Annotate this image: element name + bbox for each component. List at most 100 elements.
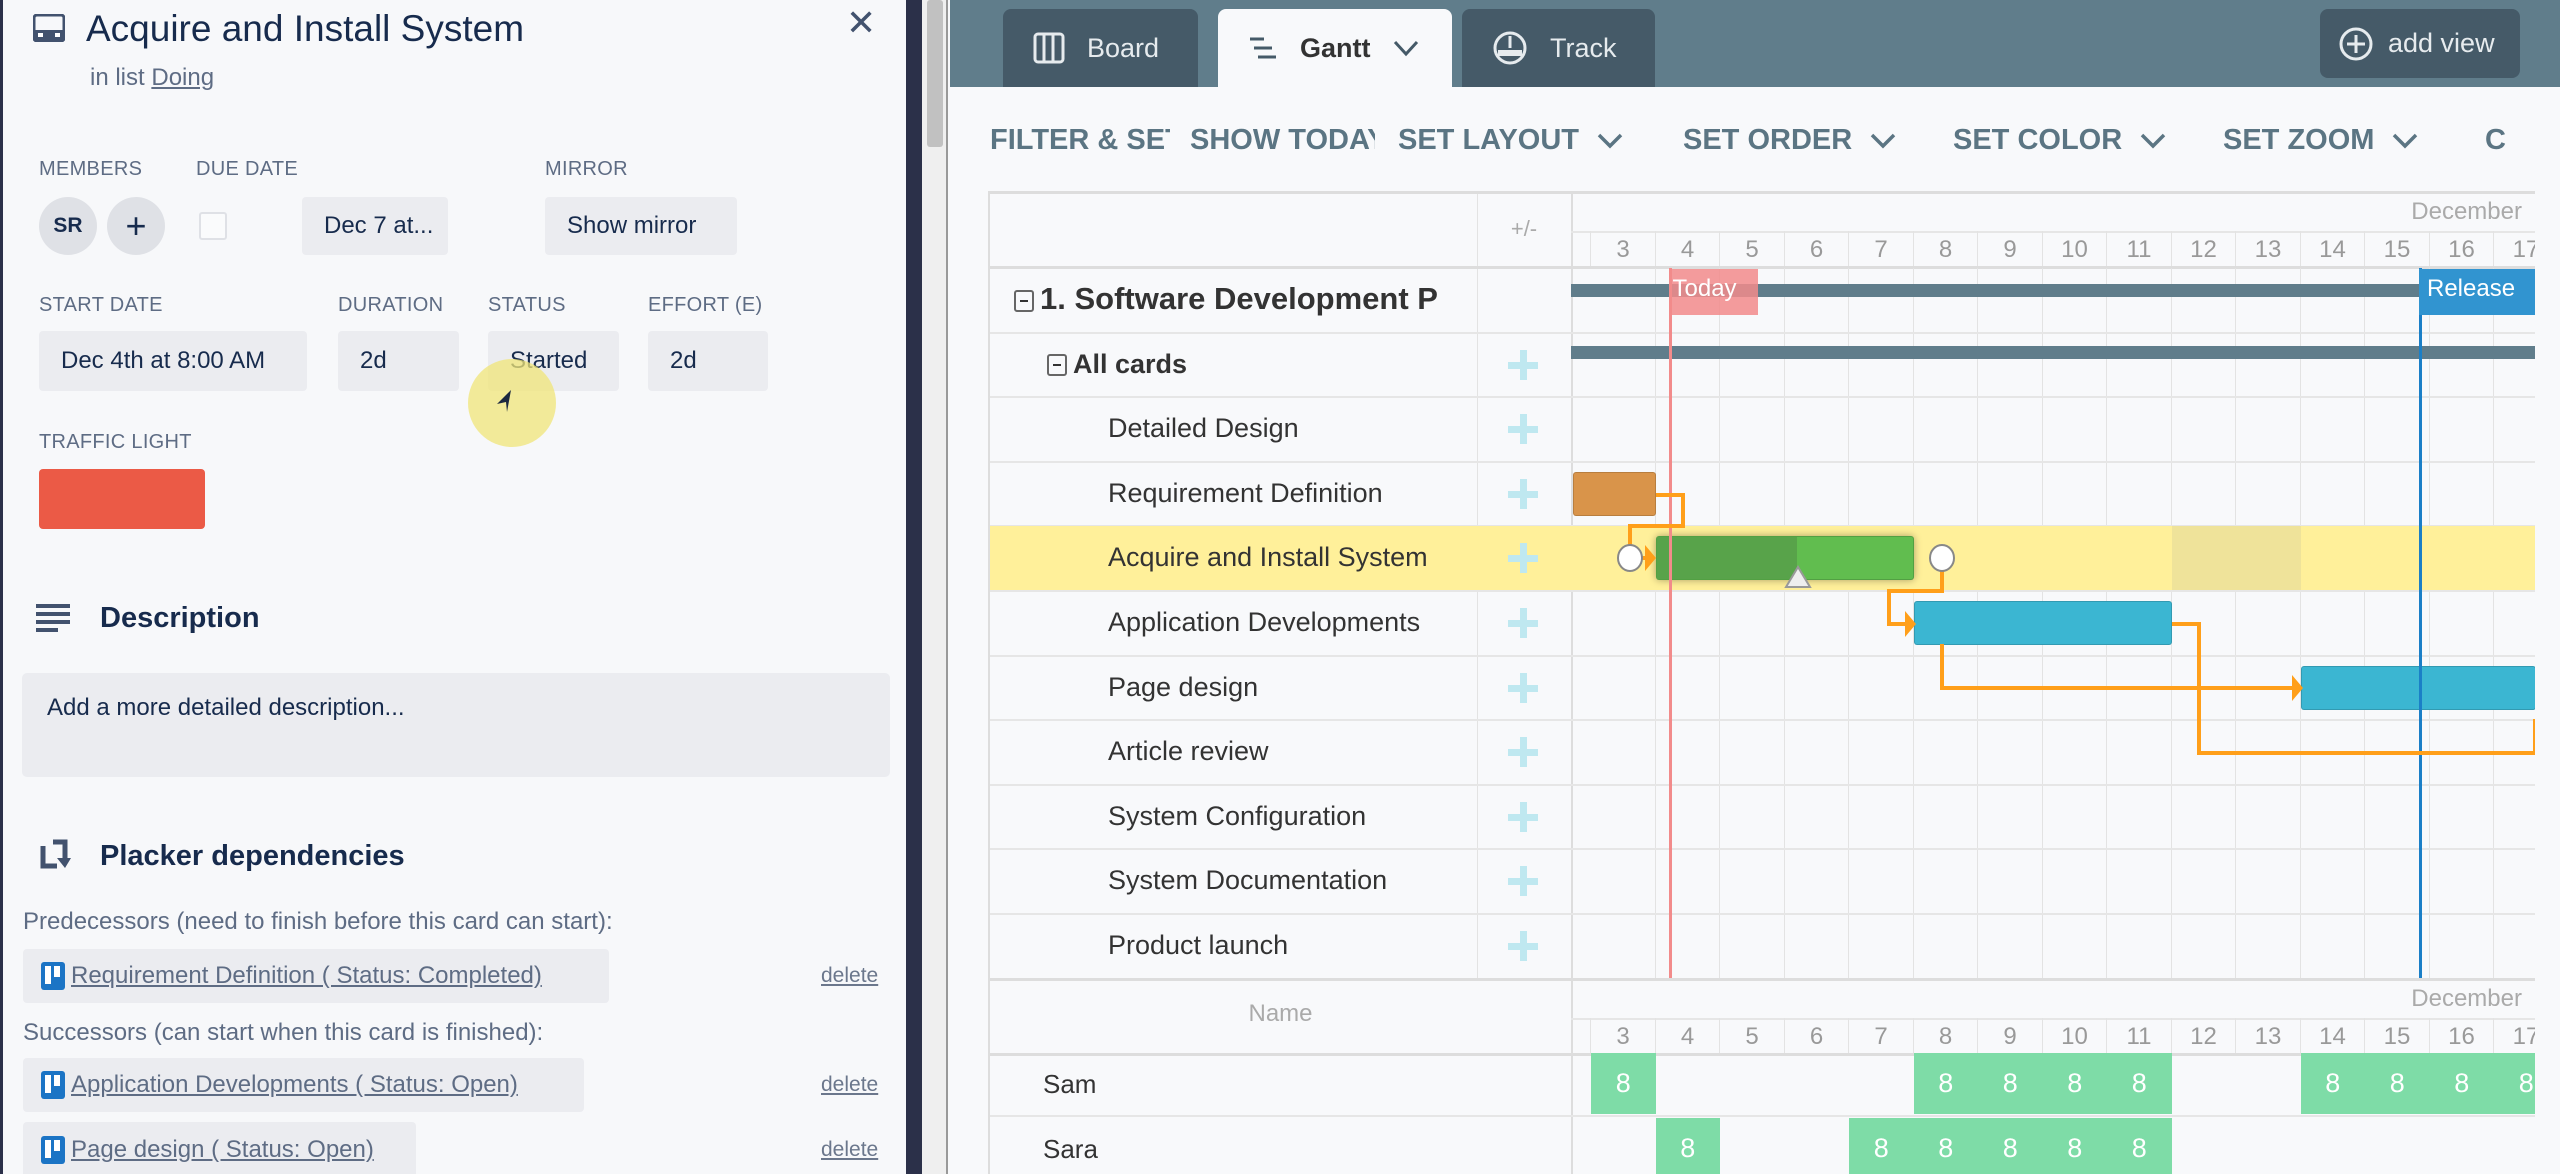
plus-minus-header: +/- (1510, 216, 1538, 241)
task-row-label[interactable]: Acquire and Install System (1108, 542, 1473, 573)
toolbar-item[interactable]: SHOW TODAY (1190, 124, 1375, 157)
toolbar-item[interactable]: SET COLOR (1953, 124, 2203, 157)
task-row-label[interactable]: Product launch (1108, 930, 1473, 961)
chevron-down-icon[interactable] (1870, 132, 1896, 150)
close-icon[interactable]: ✕ (846, 2, 876, 44)
add-task-icon[interactable] (1508, 801, 1538, 832)
resource-allocation-cell[interactable]: 8 (1913, 1118, 1978, 1174)
resource-allocation-cell[interactable]: 8 (1978, 1118, 2043, 1174)
task-name: Requirement Definition (1108, 477, 1383, 508)
resource-allocation-cell[interactable]: 8 (2042, 1118, 2107, 1174)
chevron-down-icon[interactable] (1597, 132, 1623, 150)
task-row-label[interactable]: 1. Software Development P (1014, 281, 1473, 317)
resource-allocation-cell[interactable]: 8 (1913, 1053, 1978, 1114)
resource-allocation-cell[interactable]: 8 (2107, 1053, 2172, 1114)
predecessors-label: Predecessors (need to finish before this… (23, 908, 613, 935)
start-date-button[interactable]: Dec 4th at 8:00 AM (39, 331, 307, 391)
add-task-icon[interactable] (1508, 478, 1538, 509)
toolbar-item[interactable]: C (2485, 124, 2545, 157)
toolbar-item-label: SET ORDER (1683, 124, 1853, 156)
duration-button[interactable]: 2d (338, 331, 459, 391)
add-task-icon[interactable] (1508, 608, 1538, 638)
resource-name: Sara (1043, 1134, 1098, 1164)
add-task-icon[interactable] (1508, 414, 1538, 445)
day-number: 9 (2003, 236, 2017, 263)
add-task-icon[interactable] (1508, 349, 1538, 380)
predecessor-item[interactable]: Requirement Definition ( Status: Complet… (23, 949, 609, 1003)
resource-allocation-cell[interactable]: 8 (2365, 1053, 2430, 1114)
add-task-icon[interactable] (1508, 931, 1538, 961)
task-row-label[interactable]: System Documentation (1108, 865, 1473, 896)
add-task-icon[interactable] (1508, 737, 1538, 768)
resource-allocation-cell[interactable]: 8 (2494, 1053, 2535, 1114)
view-tabs-bar: Board Gantt Track add view (950, 0, 2560, 87)
member-avatar[interactable]: SR (39, 197, 97, 255)
cursor-icon (497, 390, 511, 412)
resource-name: Sam (1043, 1069, 1097, 1099)
resource-allocation-cell[interactable]: 8 (1849, 1118, 1914, 1174)
task-row-label[interactable]: System Configuration (1108, 801, 1473, 832)
task-row-label[interactable]: All cards (1047, 349, 1473, 380)
gauge-icon (1493, 31, 1527, 65)
resource-allocation-cell[interactable]: 8 (1978, 1053, 2043, 1114)
collapse-icon[interactable] (1014, 289, 1034, 312)
effort-button[interactable]: 2d (648, 331, 768, 391)
add-task-icon[interactable] (1508, 543, 1538, 574)
due-complete-checkbox[interactable] (199, 212, 227, 240)
scrollbar-thumb[interactable] (927, 0, 943, 147)
add-view-button[interactable]: add view (2320, 9, 2520, 78)
task-row-label[interactable]: Article review (1108, 736, 1473, 767)
successor-link[interactable]: Page design ( Status: Open) (71, 1136, 374, 1164)
task-row-label[interactable]: Application Developments (1108, 607, 1473, 638)
task-bar[interactable] (1913, 601, 2172, 645)
delete-predecessor-link[interactable]: delete (821, 964, 878, 988)
collapse-icon[interactable] (1047, 354, 1067, 377)
traffic-light-swatch[interactable] (39, 469, 205, 529)
task-row-label[interactable]: Requirement Definition (1108, 478, 1473, 509)
resource-allocation-cell[interactable]: 8 (2300, 1053, 2365, 1114)
task-bar[interactable] (1573, 471, 1656, 516)
task-bar[interactable] (2300, 665, 2535, 710)
toolbar-item[interactable]: FILTER & SET (990, 124, 1170, 157)
add-member-button[interactable]: + (107, 197, 165, 255)
delete-successor-link[interactable]: delete (821, 1138, 878, 1162)
tab-track[interactable]: Track (1462, 9, 1655, 87)
successor-item[interactable]: Application Developments ( Status: Open) (23, 1058, 584, 1112)
resource-allocation-cell[interactable]: 8 (1591, 1053, 1656, 1114)
toolbar-item[interactable]: SET ORDER (1683, 124, 1933, 157)
day-number: 8 (1938, 1023, 1953, 1050)
task-name: All cards (1073, 348, 1188, 379)
tab-board[interactable]: Board (1003, 9, 1198, 87)
day-number: 13 (2254, 236, 2282, 263)
resource-allocation-cell[interactable]: 8 (2429, 1053, 2494, 1114)
predecessor-link[interactable]: Requirement Definition ( Status: Complet… (71, 962, 542, 990)
task-row-label[interactable]: Detailed Design (1108, 413, 1473, 444)
successor-item[interactable]: Page design ( Status: Open) (23, 1122, 416, 1174)
toolbar-item[interactable]: SET LAYOUT (1398, 124, 1648, 157)
resource-allocation-cell[interactable]: 8 (1655, 1118, 1720, 1174)
resource-allocation-cell[interactable]: 8 (2107, 1118, 2172, 1174)
start-date-label: START DATE (39, 294, 163, 316)
chevron-down-icon[interactable] (2392, 132, 2418, 150)
resource-allocation-cell[interactable]: 8 (2042, 1053, 2107, 1114)
chevron-down-icon[interactable] (2140, 132, 2166, 150)
due-date-button[interactable]: Dec 7 at... (302, 197, 448, 255)
add-task-icon[interactable] (1508, 866, 1538, 897)
scrollbar[interactable] (922, 0, 948, 1174)
list-link[interactable]: Doing (151, 64, 214, 91)
show-mirror-button[interactable]: Show mirror (545, 197, 737, 255)
day-number: 12 (2190, 1023, 2217, 1050)
task-bar[interactable] (1655, 536, 1914, 581)
toolbar-item[interactable]: SET ZOOM (2223, 124, 2473, 157)
card-title[interactable]: Acquire and Install System (86, 8, 524, 50)
chevron-down-icon[interactable] (1393, 39, 1419, 57)
tab-gantt[interactable]: Gantt (1218, 9, 1452, 87)
description-input[interactable]: Add a more detailed description... (22, 673, 890, 777)
task-row-label[interactable]: Page design (1108, 672, 1473, 703)
delete-successor-link[interactable]: delete (821, 1073, 878, 1097)
day-number: 3 (1616, 1023, 1630, 1050)
successor-link[interactable]: Application Developments ( Status: Open) (71, 1071, 518, 1099)
dependencies-icon (40, 839, 71, 869)
add-task-icon[interactable] (1508, 672, 1538, 703)
task-name: System Documentation (1108, 865, 1388, 896)
